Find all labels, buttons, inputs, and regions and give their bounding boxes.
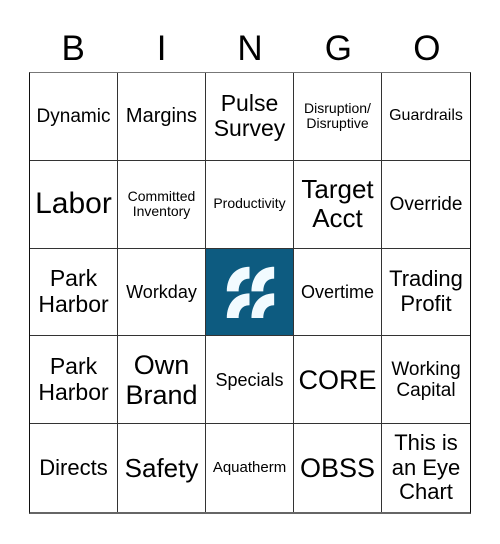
bingo-card-grid: Dynamic Margins Pulse Survey Disruption/D… <box>29 72 471 514</box>
cell-text: Park <box>49 353 98 380</box>
bingo-cell[interactable]: This is an Eye Chart <box>382 424 470 512</box>
cell-text: Specials <box>215 369 284 390</box>
cell-text: Chart <box>399 479 453 505</box>
bingo-cell[interactable]: Productivity <box>206 160 294 249</box>
cell-text: OBSS <box>299 452 376 483</box>
bingo-cell[interactable]: OBSS <box>294 424 382 512</box>
bingo-cell[interactable]: Working Capital <box>382 336 470 425</box>
cell-text: Disruption/ <box>304 99 371 116</box>
cell-text: Survey <box>213 115 286 142</box>
cell-text: Aquatherm <box>212 458 287 476</box>
bingo-cell[interactable]: Trading Profit <box>382 249 470 337</box>
bingo-cell[interactable]: Override <box>382 161 470 249</box>
cell-text: Disruptive <box>306 115 369 132</box>
cell-text: Overtime <box>300 281 374 302</box>
bingo-cell[interactable]: Workday <box>118 248 206 337</box>
header-letter-o: O <box>413 29 441 68</box>
cell-text: Profit <box>400 290 452 316</box>
cell-text: Override <box>389 193 463 215</box>
cell-text: Trading <box>389 266 463 292</box>
cell-text: Working <box>391 358 461 380</box>
bingo-cell[interactable]: CORE <box>294 336 382 425</box>
cell-text: Margins <box>125 105 198 128</box>
bingo-cell[interactable]: Overtime <box>294 248 382 337</box>
cell-text: an Eye <box>391 454 461 480</box>
bingo-cell[interactable]: Own Brand <box>118 336 206 425</box>
cell-text: Park <box>49 265 98 292</box>
cell-text: Acct <box>312 203 363 234</box>
bingo-cell[interactable]: Disruption/Disruptive <box>294 73 382 161</box>
cell-text: Directs <box>39 454 108 480</box>
header-letter-b: B <box>61 29 85 68</box>
header-letter-g: G <box>324 29 353 68</box>
bingo-cell[interactable]: Safety <box>118 424 206 512</box>
bingo-cell[interactable]: Park Harbor <box>30 248 118 337</box>
free-space-cell[interactable] <box>206 248 294 337</box>
cell-text: Guardrails <box>389 107 463 125</box>
bingo-cell[interactable]: Directs <box>30 424 118 512</box>
cell-text: CORE <box>298 364 377 395</box>
bingo-header: B I N G O <box>29 22 471 72</box>
bingo-cell[interactable]: Labor <box>30 160 118 249</box>
bingo-cell[interactable]: Pulse Survey <box>206 73 294 161</box>
bingo-cell[interactable]: Park Harbor <box>30 336 118 425</box>
bingo-cell[interactable]: Aquatherm <box>206 424 294 512</box>
header-letter-n: N <box>237 29 263 68</box>
cell-text: Committed <box>127 187 196 204</box>
cell-text: Target <box>301 174 374 205</box>
cell-text: Brand <box>125 379 198 410</box>
cell-text: Pulse <box>220 89 279 116</box>
company-logo-icon <box>206 248 293 336</box>
cell-text: Safety <box>124 452 199 483</box>
cell-text: Inventory <box>132 203 191 220</box>
bingo-cell[interactable]: Guardrails <box>382 73 470 161</box>
cell-text: Own <box>133 349 190 380</box>
cell-text: Harbor <box>38 378 109 405</box>
header-letter-i: I <box>156 29 167 68</box>
cell-text: Dynamic <box>36 105 111 127</box>
bingo-cell[interactable]: Target Acct <box>294 160 382 249</box>
cell-text: Capital <box>396 379 456 401</box>
bingo-cell[interactable]: Dynamic <box>30 73 118 161</box>
bingo-cell[interactable]: Committed Inventory <box>118 160 206 249</box>
bingo-cell[interactable]: Specials <box>206 336 294 425</box>
cell-text: Harbor <box>38 290 109 317</box>
cell-text: Labor <box>35 187 112 221</box>
bingo-cell[interactable]: Margins <box>118 73 206 161</box>
cell-text: Workday <box>126 281 197 302</box>
cell-text: This is <box>394 430 458 456</box>
cell-text: Productivity <box>213 195 286 212</box>
